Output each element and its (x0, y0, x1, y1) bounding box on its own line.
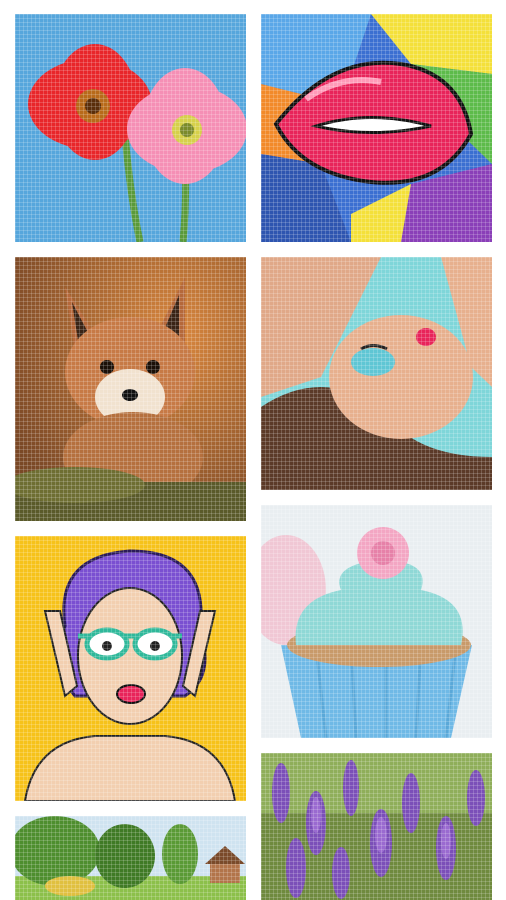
landscape-image (15, 816, 246, 900)
lavender-image (261, 753, 492, 900)
gallery-tile-flowers[interactable] (15, 14, 246, 242)
gallery-tile-cupcake[interactable] (261, 505, 492, 738)
pop-art-lips-image (261, 14, 492, 242)
gallery-tile-pop-art-girl[interactable] (15, 536, 246, 801)
gallery-tile-woman-portrait[interactable] (261, 257, 492, 490)
cupcake-image (261, 505, 492, 738)
woman-portrait-image (261, 257, 492, 490)
pop-art-girl-image (15, 536, 246, 801)
gallery-tile-fox[interactable] (15, 257, 246, 521)
flowers-image (15, 14, 246, 242)
gallery-tile-pop-art-lips[interactable] (261, 14, 492, 242)
fox-cub-image (15, 257, 246, 521)
gallery-tile-lavender[interactable] (261, 753, 492, 900)
gallery-tile-landscape[interactable] (15, 816, 246, 900)
coloring-gallery-grid (0, 0, 506, 900)
